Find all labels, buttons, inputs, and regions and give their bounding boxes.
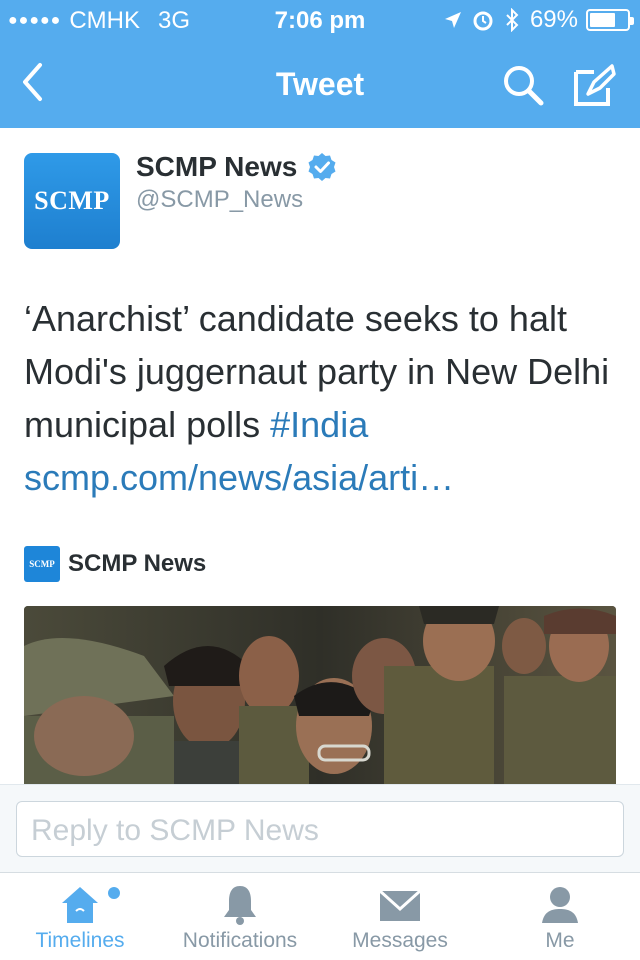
tab-label-messages: Messages	[352, 929, 448, 952]
tab-notifications[interactable]: Notifications	[160, 873, 320, 960]
hashtag-link[interactable]: #India	[270, 404, 368, 445]
verified-badge-icon	[308, 153, 336, 181]
alarm-icon	[472, 9, 494, 31]
location-icon	[444, 11, 462, 29]
compose-button[interactable]	[572, 62, 618, 108]
card-logo: SCMP	[24, 546, 60, 582]
author-avatar[interactable]: SCMP	[24, 153, 120, 249]
author-name[interactable]: SCMP News	[136, 151, 337, 183]
bluetooth-icon	[504, 8, 520, 32]
reply-input[interactable]: Reply to SCMP News	[16, 801, 624, 857]
bell-icon	[224, 886, 256, 925]
card-header[interactable]: SCMP SCMP News	[24, 546, 206, 582]
status-right: 69%	[434, 6, 634, 34]
envelope-icon	[378, 889, 422, 921]
tab-label-notifications: Notifications	[182, 929, 298, 952]
top-bar: ●●●●● CMHK 3G 7:06 pm 69% Tweet	[0, 0, 640, 128]
tab-label-timelines: Timelines	[35, 929, 125, 952]
notification-dot	[108, 887, 120, 899]
tab-me[interactable]: Me	[480, 873, 640, 960]
author-name-text: SCMP News	[136, 151, 298, 182]
reply-area: Reply to SCMP News	[0, 784, 640, 872]
search-button[interactable]	[500, 62, 546, 108]
card-photo[interactable]	[24, 606, 616, 784]
tab-bar: Timelines Notifications Messages Me	[0, 872, 640, 960]
battery-icon	[586, 9, 634, 31]
card-source: SCMP News	[68, 550, 207, 577]
tweet-url-link[interactable]: scmp.com/news/asia/arti…	[24, 457, 454, 498]
author-handle[interactable]: @SCMP_News	[136, 186, 303, 214]
search-icon	[504, 66, 544, 106]
tab-label-me: Me	[545, 929, 575, 952]
home-icon	[62, 887, 98, 923]
tab-timelines[interactable]: Timelines	[0, 873, 160, 960]
compose-icon	[574, 64, 616, 106]
reply-placeholder: Reply to SCMP News	[31, 814, 319, 847]
nav-bar: Tweet	[0, 40, 640, 128]
battery-percent: 69%	[529, 6, 578, 33]
person-icon	[542, 887, 578, 923]
tweet-text: ‘Anarchist’ candidate seeks to halt Modi…	[24, 292, 624, 504]
tab-messages[interactable]: Messages	[320, 873, 480, 960]
news-photo-image	[24, 606, 616, 784]
status-bar: ●●●●● CMHK 3G 7:06 pm 69%	[0, 0, 640, 40]
